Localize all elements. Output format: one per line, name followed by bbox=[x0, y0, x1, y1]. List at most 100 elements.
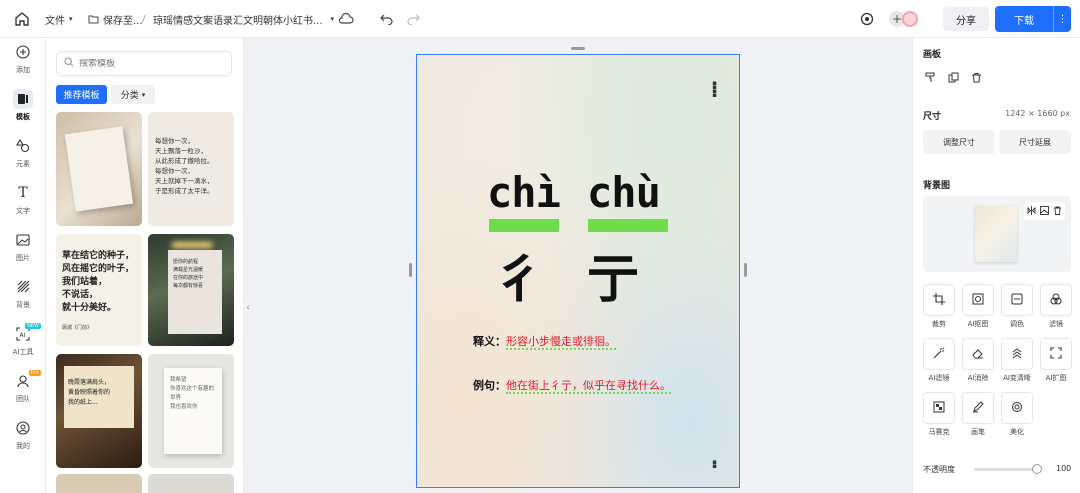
resize-button[interactable]: 调整尺寸 bbox=[923, 130, 995, 154]
rail-item-templates[interactable]: 模板 bbox=[0, 85, 46, 125]
chevron-down-icon: ▾ bbox=[141, 90, 146, 99]
collapse-panel-icon[interactable]: ‹ bbox=[244, 293, 252, 323]
template-search[interactable] bbox=[56, 51, 232, 76]
home-button[interactable] bbox=[14, 0, 30, 38]
rail-item-background[interactable]: 背景 bbox=[0, 273, 46, 313]
example-line[interactable]: 例句：他在街上彳亍，似乎在寻找什么。 bbox=[473, 377, 671, 394]
artboard[interactable]: ▪ ▪ ▪ ▪ ▪ ▪ chì chù 彳 亍 释义：形容小步慢走或徘徊。 例句：他在街… bbox=[416, 54, 740, 488]
tool-label: AI抠图 bbox=[967, 320, 989, 328]
target-icon[interactable] bbox=[860, 0, 874, 38]
meaning-line[interactable]: 释义：形容小步慢走或徘徊。 bbox=[473, 333, 616, 350]
beautify-tool[interactable] bbox=[1001, 392, 1033, 424]
format-painter-icon[interactable] bbox=[923, 70, 937, 84]
template-thumbnail[interactable]: 我希望 你喜欢这个有趣的 世界 我也喜欢你 bbox=[148, 354, 234, 468]
rail-item-images[interactable]: 图片 bbox=[0, 226, 46, 266]
template-thumbnail[interactable] bbox=[148, 474, 234, 493]
eraser-icon bbox=[972, 347, 984, 362]
download-button[interactable]: 下载 ⋮ bbox=[995, 6, 1071, 32]
share-button[interactable]: 分享 bbox=[943, 7, 989, 31]
more-options-icon[interactable]: ⋮ bbox=[1053, 6, 1071, 32]
ai-filter-tool[interactable] bbox=[923, 338, 955, 370]
tool-label: 调色 bbox=[1010, 320, 1024, 328]
lamp-glow bbox=[172, 242, 212, 248]
brush-icon bbox=[972, 400, 984, 416]
collaborator-avatars[interactable]: + bbox=[889, 0, 918, 38]
opacity-label: 不透明度 bbox=[923, 465, 955, 474]
beautify-icon bbox=[1011, 401, 1023, 416]
ai-erase-tool[interactable] bbox=[962, 338, 994, 370]
rail-item-text[interactable]: T 文字 bbox=[0, 179, 46, 219]
profile-icon bbox=[13, 418, 33, 438]
template-thumbnail[interactable]: 愿你的航程 满载星光温暖 在你的旅途中 每次都有惊喜 bbox=[148, 234, 234, 346]
opacity-slider-handle[interactable] bbox=[1032, 464, 1042, 474]
canvas-area: ‹ ▪ ▪ ▪ ▪ ▪ ▪ chì chù 彳 亍 释义：形容小步慢走或徘徊。 例句：他… bbox=[244, 38, 912, 493]
opacity-slider[interactable] bbox=[974, 468, 1038, 471]
color-adjust-tool[interactable] bbox=[1001, 284, 1033, 316]
plus-circle-icon bbox=[13, 42, 33, 62]
replace-image-icon[interactable] bbox=[1040, 204, 1049, 218]
ai-expand-tool[interactable] bbox=[1040, 338, 1072, 370]
save-location[interactable]: 保存至... bbox=[88, 0, 143, 38]
background-preview[interactable] bbox=[923, 196, 1071, 272]
tool-label: 裁剪 bbox=[932, 320, 946, 328]
tool-label: AI扩图 bbox=[1045, 374, 1067, 382]
expand-icon bbox=[1050, 346, 1062, 362]
resize-handle-right[interactable] bbox=[744, 263, 747, 277]
search-icon bbox=[64, 57, 74, 70]
template-thumbnail[interactable] bbox=[56, 474, 142, 493]
tool-label: 滤镜 bbox=[1049, 320, 1063, 328]
canvas-size-value: 1242 × 1660 px bbox=[1005, 109, 1070, 118]
file-menu[interactable]: 文件 ▾ bbox=[45, 0, 73, 38]
pinyin-text[interactable]: chù bbox=[587, 168, 661, 217]
mosaic-tool[interactable] bbox=[923, 392, 955, 424]
mosaic-icon bbox=[933, 401, 945, 416]
tool-label: 马赛克 bbox=[928, 428, 950, 436]
tab-recommended[interactable]: 推荐模板 bbox=[56, 85, 107, 104]
brush-tool[interactable] bbox=[962, 392, 994, 424]
pinyin-text[interactable]: chì bbox=[487, 168, 561, 217]
flip-icon[interactable] bbox=[1027, 204, 1036, 218]
shapes-icon bbox=[13, 136, 33, 156]
undo-icon[interactable] bbox=[380, 0, 393, 38]
ai-cutout-tool[interactable] bbox=[962, 284, 994, 316]
duplicate-icon[interactable] bbox=[946, 70, 960, 84]
resize-handle-top[interactable] bbox=[571, 47, 585, 50]
delete-icon[interactable] bbox=[1053, 204, 1062, 218]
decorative-dots: ▪ ▪ bbox=[712, 458, 717, 470]
tool-label: 画笔 bbox=[971, 428, 985, 436]
category-dropdown[interactable]: 分类 ▾ bbox=[111, 85, 155, 104]
hanzi-character[interactable]: 亍 bbox=[587, 237, 639, 312]
rail-item-add[interactable]: 添加 bbox=[0, 38, 46, 78]
template-thumbnail[interactable]: 每想你一次， 天上飘落一粒沙， 从此形成了撒哈拉。 每想你一次， 天上就掉下一滴… bbox=[148, 112, 234, 226]
tool-label: 美化 bbox=[1010, 428, 1024, 436]
size-section-title: 尺寸 bbox=[923, 112, 942, 122]
rail-item-mine[interactable]: 我的 bbox=[0, 414, 46, 454]
rail-item-team[interactable]: 团队 hot bbox=[0, 367, 46, 407]
template-thumbnail[interactable]: 草在结它的种子， 风在摇它的叶子， 我们站着， 不说话， 就十分美好。 顾城《门… bbox=[56, 234, 142, 346]
ai-sharpen-tool[interactable] bbox=[1001, 338, 1033, 370]
cloud-sync-icon[interactable] bbox=[338, 0, 354, 38]
rail-item-ai-tools[interactable]: AI AI工具 NEW bbox=[0, 320, 46, 360]
properties-panel: 画板 尺寸 1242 × 1660 px 调整尺寸 尺寸延展 背景图 裁剪 AI… bbox=[912, 38, 1080, 493]
template-thumbnail[interactable]: 晚霞落满肩头， 黄昏映照着你的 我的纸上... bbox=[56, 354, 142, 468]
document-title[interactable]: 琼瑶情感文案语录汇文明朝体小红书... ▾ bbox=[153, 0, 334, 38]
search-input[interactable] bbox=[79, 58, 219, 69]
tool-label: AI消除 bbox=[967, 374, 989, 382]
template-thumbnail[interactable] bbox=[56, 112, 142, 226]
avatar bbox=[902, 11, 918, 27]
extend-size-button[interactable]: 尺寸延展 bbox=[999, 130, 1071, 154]
filter-tool[interactable] bbox=[1040, 284, 1072, 316]
crop-icon bbox=[933, 292, 945, 308]
pinyin-highlight bbox=[588, 219, 668, 232]
template-panel: 推荐模板 分类 ▾ 每想你一次， 天上飘落一粒沙， 从此形成了撒哈拉。 每想你一… bbox=[46, 38, 244, 493]
crop-tool[interactable] bbox=[923, 284, 955, 316]
rail-item-elements[interactable]: 元素 bbox=[0, 132, 46, 172]
tool-label: AI滤镜 bbox=[928, 374, 950, 382]
resize-handle-left[interactable] bbox=[409, 263, 412, 277]
redo-icon[interactable] bbox=[407, 0, 420, 38]
hanzi-character[interactable]: 彳 bbox=[493, 237, 545, 312]
delete-icon[interactable] bbox=[969, 70, 983, 84]
adjust-icon bbox=[1011, 293, 1023, 308]
svg-text:AI: AI bbox=[20, 332, 26, 339]
background-thumbnail bbox=[975, 206, 1017, 262]
